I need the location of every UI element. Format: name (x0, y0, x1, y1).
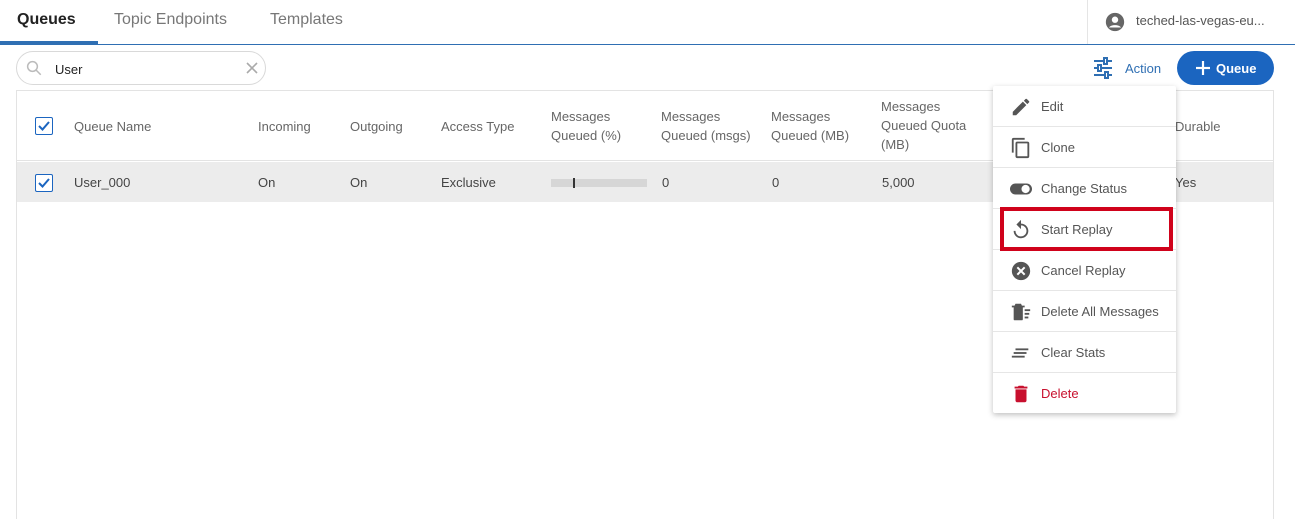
pencil-icon (1012, 98, 1030, 116)
cell-access-type: Exclusive (441, 175, 496, 190)
action-menu: Edit Clone Change Status Start Replay Ca… (993, 86, 1176, 413)
user-menu[interactable]: teched-las-vegas-eu... (1087, 0, 1295, 44)
select-all-checkbox[interactable] (35, 117, 53, 135)
tab-queues[interactable]: Queues (17, 11, 76, 29)
cell-quota-mb: 5,000 (882, 175, 915, 190)
tab-bar: Queues Topic Endpoints Templates teched-… (0, 0, 1295, 45)
cell-durable: Yes (1175, 175, 1197, 190)
menu-item-clear-stats[interactable]: Clear Stats (993, 332, 1176, 373)
check-icon (38, 178, 50, 188)
search-input[interactable] (55, 60, 245, 78)
menu-item-start-replay[interactable]: Start Replay (993, 209, 1176, 250)
col-outgoing[interactable]: Outgoing (350, 117, 403, 136)
menu-item-cancel-replay[interactable]: Cancel Replay (993, 250, 1176, 291)
progress-marker (573, 178, 575, 188)
replay-icon (1013, 219, 1029, 239)
search-icon (26, 60, 42, 76)
trash-icon (1014, 385, 1028, 403)
menu-item-delete[interactable]: Delete (993, 373, 1176, 414)
col-messages-queued-pct[interactable]: Messages Queued (%) (551, 107, 651, 145)
menu-item-edit[interactable]: Edit (993, 86, 1176, 127)
col-messages-queued-mb[interactable]: Messages Queued (MB) (771, 107, 871, 145)
menu-item-clone[interactable]: Clone (993, 127, 1176, 168)
menu-item-change-status[interactable]: Change Status (993, 168, 1176, 209)
col-quota-mb[interactable]: Messages Queued Quota (MB) (881, 97, 981, 154)
cell-messages-queued-mb: 0 (772, 175, 780, 190)
row-checkbox[interactable] (35, 174, 53, 192)
cell-incoming: On (258, 175, 276, 190)
menu-item-delete-all-messages[interactable]: Delete All Messages (993, 291, 1176, 332)
col-access-type[interactable]: Access Type (441, 117, 514, 136)
plus-icon (1196, 61, 1210, 75)
col-durable[interactable]: Durable (1175, 117, 1221, 136)
action-label: Action (1125, 61, 1162, 76)
messages-queued-progress-bar (551, 178, 647, 188)
username: teched-las-vegas-eu... (1136, 13, 1265, 28)
cell-queue-name[interactable]: User_000 (74, 175, 130, 190)
col-incoming[interactable]: Incoming (258, 117, 311, 136)
col-messages-queued-msgs[interactable]: Messages Queued (msgs) (661, 107, 761, 145)
cell-outgoing: On (350, 175, 368, 190)
sliders-icon (1094, 57, 1112, 79)
search-box (16, 51, 266, 85)
cancel-circle-icon (1011, 261, 1031, 281)
close-icon[interactable] (244, 60, 260, 76)
copy-icon (1011, 137, 1030, 159)
check-icon (38, 121, 50, 131)
clear-lines-icon (1011, 348, 1029, 358)
tab-topic-endpoints[interactable]: Topic Endpoints (114, 11, 227, 29)
col-queue-name[interactable]: Queue Name (74, 117, 151, 136)
add-queue-label: Queue (1216, 61, 1257, 76)
tab-templates[interactable]: Templates (270, 11, 343, 29)
active-tab-indicator (0, 41, 98, 44)
add-queue-button[interactable]: Queue (1177, 51, 1274, 85)
cell-messages-queued-msgs: 0 (662, 175, 670, 190)
account-circle-icon (1105, 12, 1125, 32)
delete-list-icon (1011, 303, 1031, 321)
toggle-icon (1010, 183, 1032, 195)
action-button[interactable]: Action (1092, 55, 1172, 81)
